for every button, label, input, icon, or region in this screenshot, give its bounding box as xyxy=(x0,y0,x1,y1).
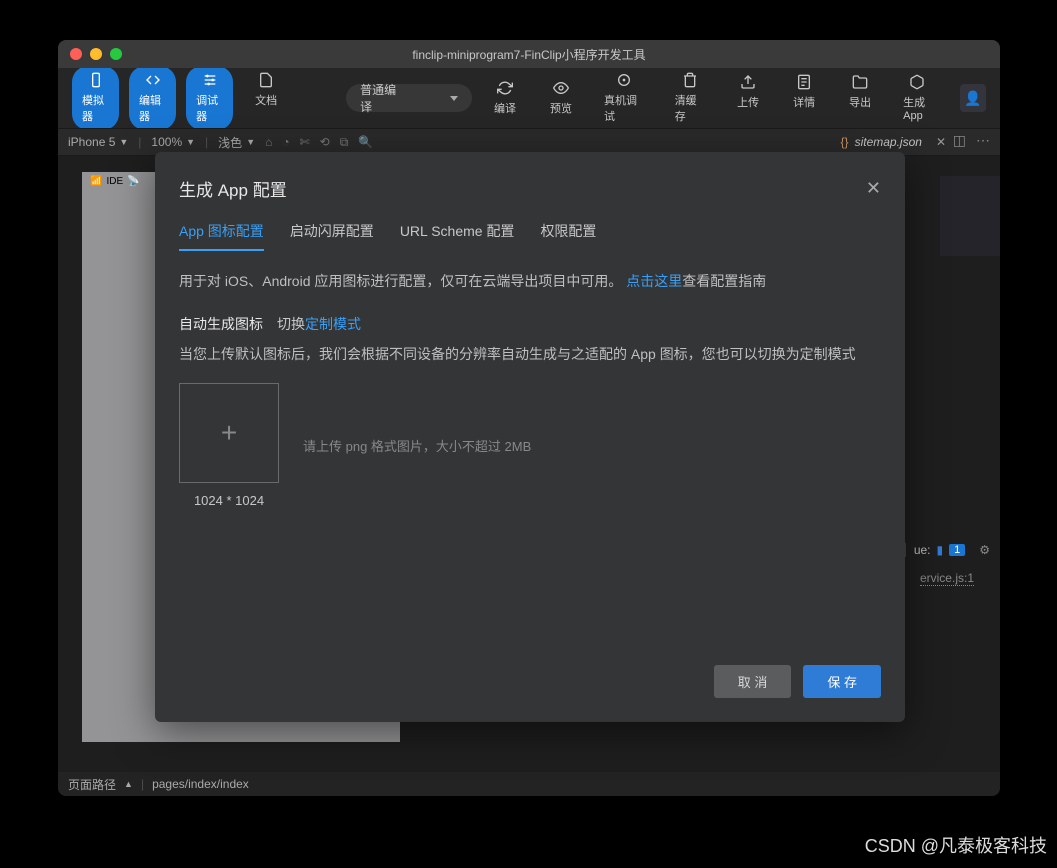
traffic-lights xyxy=(70,48,122,60)
debugger-button[interactable]: 调试器 xyxy=(186,66,233,130)
compile-button[interactable]: 编译 xyxy=(482,74,528,122)
detail-icon xyxy=(796,74,812,90)
service-link[interactable]: ervice.js:1 xyxy=(920,571,974,586)
package-icon xyxy=(909,74,925,90)
mode-description: 当您上传默认图标后，我们会根据不同设备的分辨率自动生成与之适配的 App 图标，… xyxy=(179,344,881,365)
folder-icon xyxy=(852,74,868,90)
watermark: CSDN @凡泰极客科技 xyxy=(865,832,1047,858)
device-select[interactable]: iPhone 5▼ xyxy=(68,135,128,149)
refresh-icon xyxy=(497,80,513,96)
preview-button[interactable]: 预览 xyxy=(538,74,584,122)
wifi-icon: 📡 xyxy=(127,176,139,187)
more-icon[interactable]: ⋯ xyxy=(976,132,990,149)
guide-link[interactable]: 点击这里 xyxy=(626,273,682,289)
theme-select[interactable]: 浅色▼ xyxy=(218,134,255,151)
minimap[interactable] xyxy=(940,176,1000,256)
upload-button[interactable]: 上传 xyxy=(725,68,771,128)
eye-icon xyxy=(553,80,569,96)
remote-debug-button[interactable]: 真机调试 xyxy=(594,66,655,130)
export-button[interactable]: 导出 xyxy=(837,68,883,128)
simulator-button[interactable]: 模拟器 xyxy=(72,66,119,130)
trash-icon xyxy=(682,72,698,88)
save-button[interactable]: 保 存 xyxy=(803,665,881,698)
sliders-icon xyxy=(202,72,218,88)
gen-app-button[interactable]: 生成 App xyxy=(893,68,940,128)
rotate-icon[interactable]: ⟲ xyxy=(320,135,330,150)
search-icon[interactable]: 🔍 xyxy=(358,135,373,150)
upload-icon xyxy=(740,74,756,90)
main-toolbar: 模拟器 编辑器 调试器 文档 普通编译 编译 预览 真机调试 清缓存 上传 详情… xyxy=(58,68,1000,128)
issue-bar: ue: ▮ 1 ⚙ xyxy=(895,538,1000,562)
titlebar: finclip-miniprogram7-FinClip小程序开发工具 xyxy=(58,40,1000,68)
zoom-select[interactable]: 100%▼ xyxy=(151,135,195,149)
bug-icon xyxy=(616,72,632,88)
detail-button[interactable]: 详情 xyxy=(781,68,827,128)
scissors-icon[interactable]: ✄ xyxy=(300,135,310,150)
minimize-dot[interactable] xyxy=(90,48,102,60)
phone-icon xyxy=(88,72,104,88)
page-path-value[interactable]: pages/index/index xyxy=(152,777,249,791)
json-icon: {} xyxy=(841,135,849,149)
modal-description: 用于对 iOS、Android 应用图标进行配置，仅可在云端导出项目中可用。 点… xyxy=(179,271,881,292)
tab-url-scheme[interactable]: URL Scheme 配置 xyxy=(400,221,515,251)
gear-icon[interactable]: ⚙ xyxy=(979,543,990,557)
maximize-dot[interactable] xyxy=(110,48,122,60)
close-icon[interactable]: ✕ xyxy=(866,178,881,199)
upload-hint: 请上传 png 格式图片，大小不超过 2MB xyxy=(303,436,531,455)
clear-cache-button[interactable]: 清缓存 xyxy=(665,66,715,130)
issue-count[interactable]: 1 xyxy=(949,544,965,556)
close-dot[interactable] xyxy=(70,48,82,60)
editor-button[interactable]: 编辑器 xyxy=(129,66,176,130)
tab-permission[interactable]: 权限配置 xyxy=(540,221,596,251)
copy-icon[interactable]: ⧉ xyxy=(340,135,349,150)
icon-size-label: 1024 * 1024 xyxy=(179,493,279,508)
modal-title: 生成 App 配置 xyxy=(179,176,287,201)
split-editor-icon[interactable]: ◫ xyxy=(953,132,966,149)
home-icon[interactable]: ⌂ xyxy=(265,135,272,150)
modal-tabs: App 图标配置 启动闪屏配置 URL Scheme 配置 权限配置 xyxy=(179,221,881,251)
code-icon xyxy=(145,72,161,88)
chevron-down-icon xyxy=(450,96,458,101)
window-title: finclip-miniprogram7-FinClip小程序开发工具 xyxy=(58,46,1000,63)
location-icon[interactable]: ◔ xyxy=(282,135,289,150)
close-tab-icon[interactable]: ✕ xyxy=(936,135,946,149)
chevron-up-icon[interactable]: ▲ xyxy=(124,779,133,789)
mode-switch: 切换定制模式 xyxy=(277,314,361,334)
tab-app-icon[interactable]: App 图标配置 xyxy=(179,221,264,251)
signal-icon: 📶 xyxy=(90,176,102,187)
user-avatar[interactable]: 👤 xyxy=(960,84,986,112)
issue-badge-icon: ▮ xyxy=(937,543,944,557)
status-bar: 页面路径 ▲ | pages/index/index xyxy=(58,772,1000,796)
plus-icon: + xyxy=(221,417,237,449)
upload-icon-box[interactable]: + xyxy=(179,383,279,483)
gen-app-config-modal: 生成 App 配置 ✕ App 图标配置 启动闪屏配置 URL Scheme 配… xyxy=(155,152,905,722)
cancel-button[interactable]: 取 消 xyxy=(714,665,792,698)
file-icon xyxy=(258,72,274,88)
docs-button[interactable]: 文档 xyxy=(243,66,289,130)
custom-mode-link[interactable]: 定制模式 xyxy=(305,316,361,332)
auto-gen-label: 自动生成图标 xyxy=(179,314,263,334)
tab-splash[interactable]: 启动闪屏配置 xyxy=(290,221,374,251)
compile-type-select[interactable]: 普通编译 xyxy=(346,84,472,112)
